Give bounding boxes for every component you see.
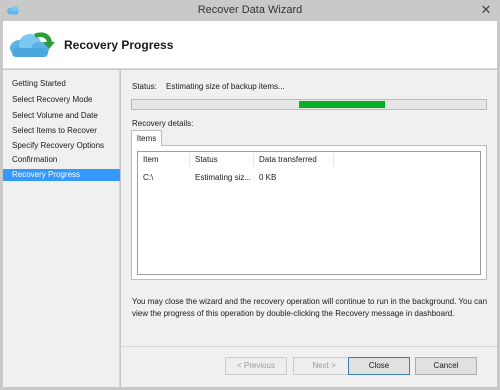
- nav-item-specify-recovery-options[interactable]: Specify Recovery Options: [3, 140, 120, 152]
- recovery-items-list[interactable]: Item Status Data transferred C:\ Estimat…: [137, 151, 481, 275]
- title-bar: Recover Data Wizard ✕: [0, 0, 500, 21]
- wizard-steps-nav: Getting Started Select Recovery Mode Sel…: [3, 70, 120, 387]
- previous-button[interactable]: < Previous: [225, 357, 287, 375]
- button-divider: [121, 346, 497, 347]
- wizard-header: Recovery Progress: [3, 21, 497, 69]
- recovery-details-label: Recovery details:: [132, 119, 194, 128]
- window-close-button[interactable]: ✕: [478, 2, 494, 18]
- column-header-status[interactable]: Status: [190, 154, 254, 166]
- recover-data-wizard-window: Recover Data Wizard ✕ Recovery Progress …: [0, 0, 500, 390]
- progress-bar-fill: [299, 101, 385, 108]
- items-tab-panel: Item Status Data transferred C:\ Estimat…: [131, 145, 487, 280]
- nav-item-select-volume-and-date[interactable]: Select Volume and Date: [3, 110, 120, 122]
- close-button[interactable]: Close: [348, 357, 410, 375]
- nav-item-select-recovery-mode[interactable]: Select Recovery Mode: [3, 94, 120, 106]
- wizard-content: Status: Estimating size of backup items.…: [121, 70, 497, 387]
- status-value: Estimating size of backup items...: [166, 82, 285, 91]
- nav-item-select-items-to-recover[interactable]: Select Items to Recover: [3, 125, 120, 137]
- cancel-button[interactable]: Cancel: [415, 357, 477, 375]
- status-label: Status:: [132, 82, 157, 91]
- nav-item-recovery-progress[interactable]: Recovery Progress: [3, 169, 120, 181]
- nav-item-confirmation[interactable]: Confirmation: [3, 154, 120, 166]
- progress-bar: [131, 99, 487, 110]
- nav-item-getting-started[interactable]: Getting Started: [3, 78, 120, 90]
- background-info-text: You may close the wizard and the recover…: [132, 297, 488, 318]
- row-0-data-transferred[interactable]: 0 KB: [254, 172, 334, 184]
- window-title: Recover Data Wizard: [197, 4, 303, 16]
- row-0-status[interactable]: Estimating siz...: [190, 172, 254, 184]
- column-header-data-transferred[interactable]: Data transferred: [254, 154, 334, 166]
- cloud-recovery-icon: [10, 32, 55, 57]
- column-header-item[interactable]: Item: [138, 154, 190, 166]
- next-button[interactable]: Next >: [293, 357, 355, 375]
- page-title: Recovery Progress: [64, 38, 174, 52]
- row-0-item[interactable]: C:\: [138, 172, 190, 184]
- tab-items[interactable]: Items: [131, 130, 162, 146]
